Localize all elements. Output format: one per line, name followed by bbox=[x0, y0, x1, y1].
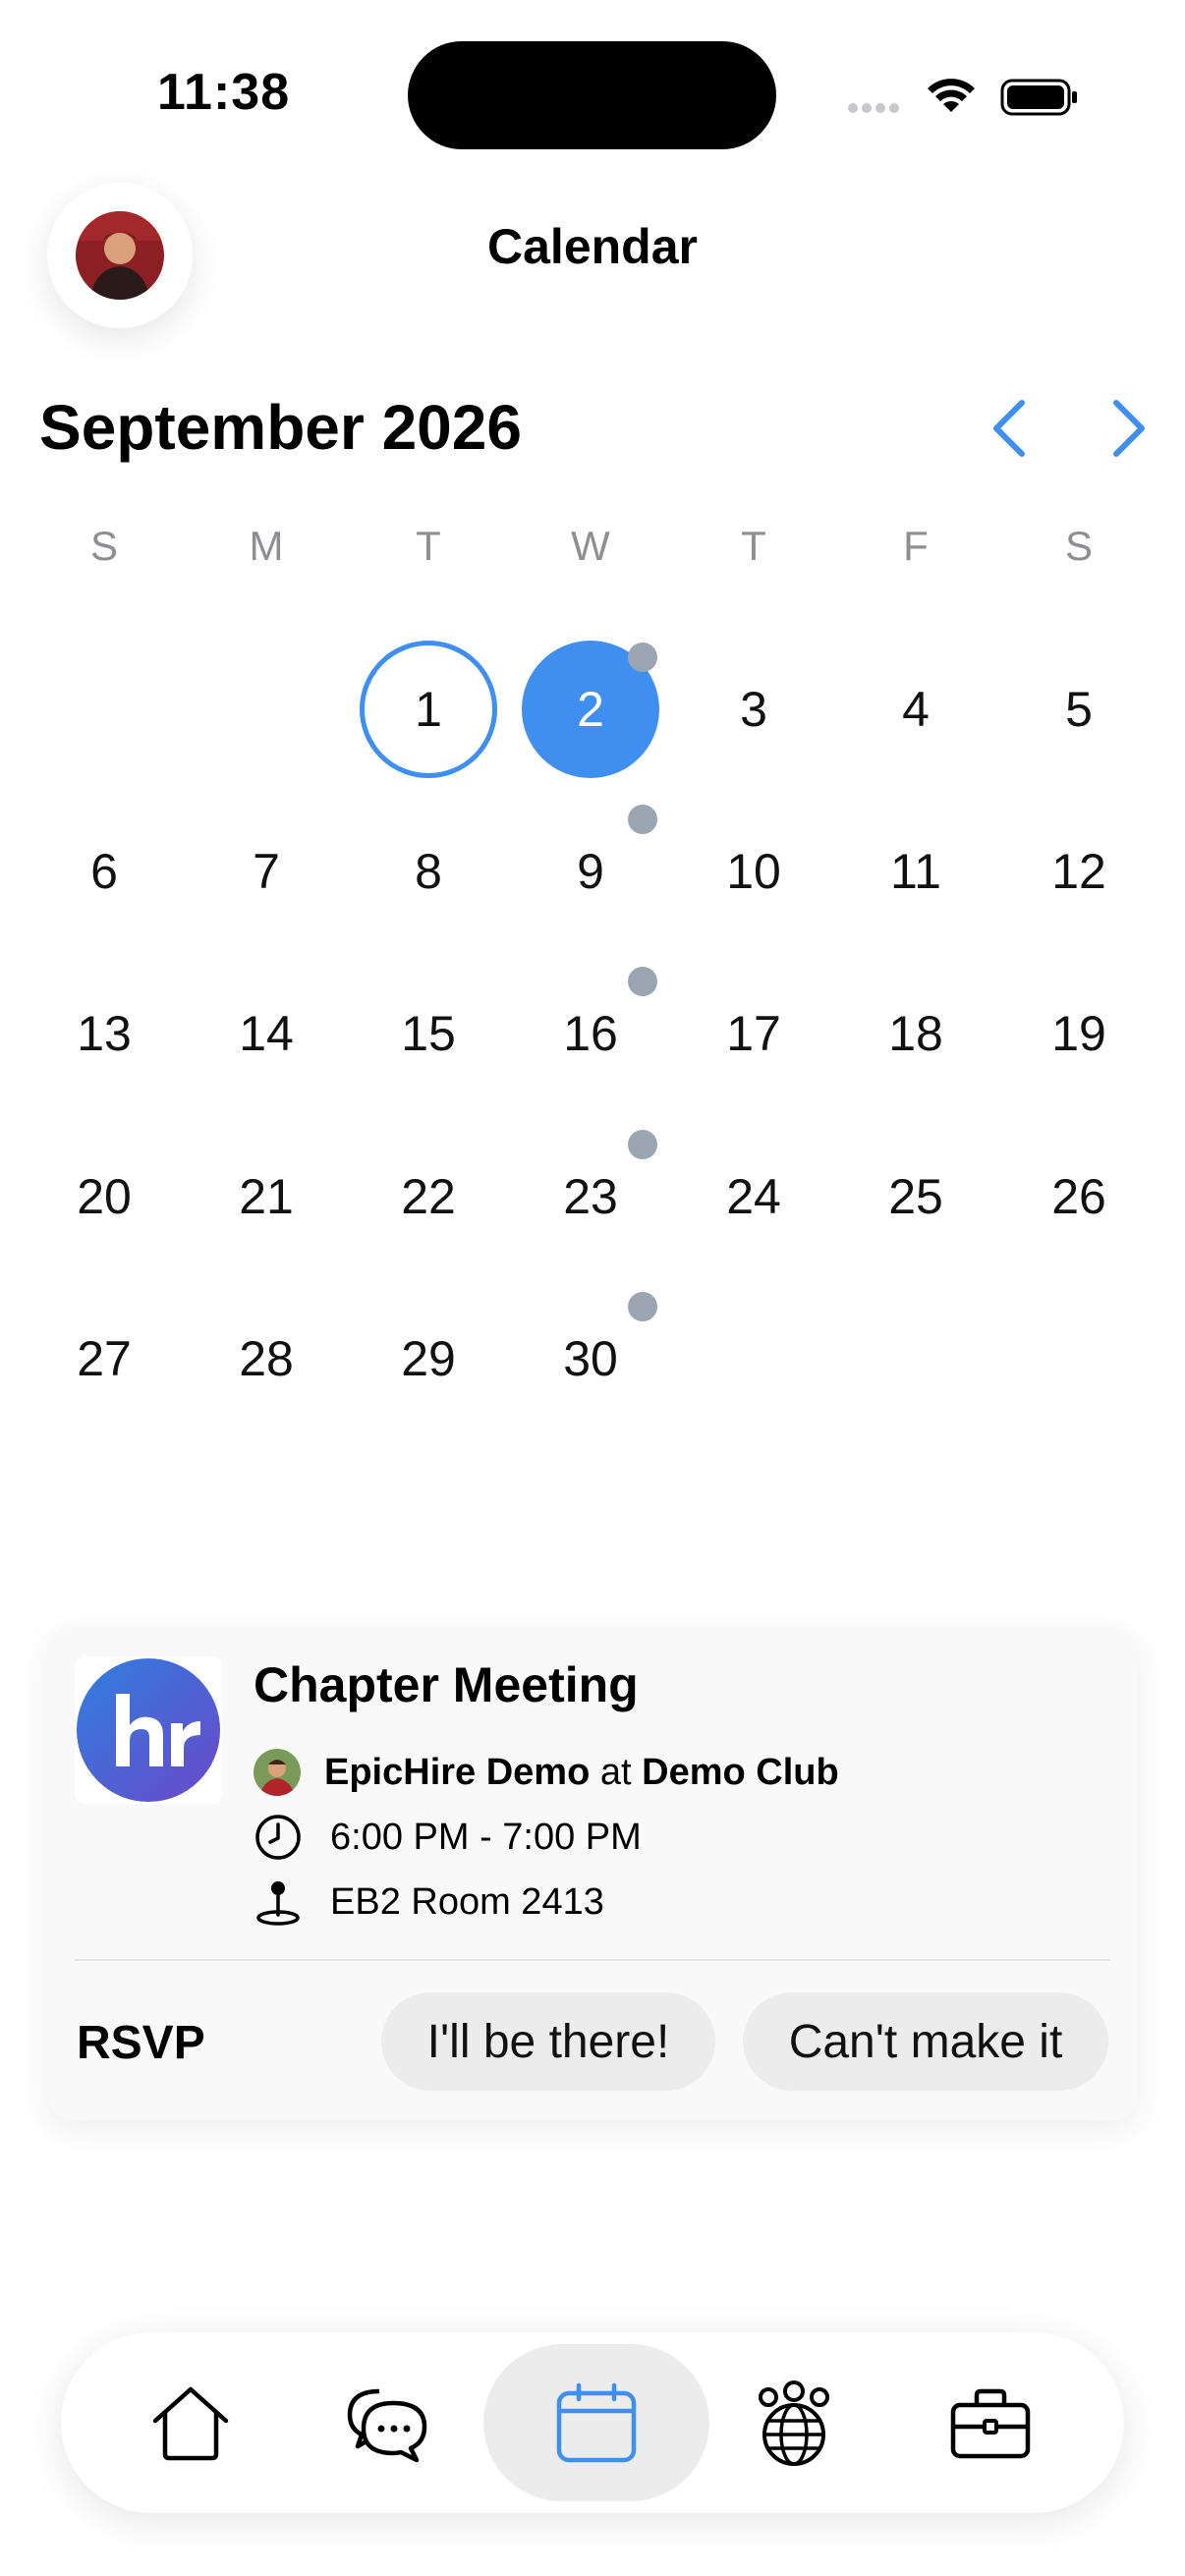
wifi-icon bbox=[928, 79, 975, 112]
next-month-button[interactable] bbox=[1087, 393, 1165, 464]
calendar-day-19[interactable]: 19 bbox=[1010, 965, 1148, 1102]
chat-bubbles-icon bbox=[347, 2388, 427, 2463]
previous-month-button[interactable] bbox=[973, 393, 1051, 464]
clock-icon bbox=[255, 1815, 301, 1860]
calendar-day-5[interactable]: 5 bbox=[1010, 641, 1148, 778]
weekday-label: F bbox=[903, 523, 929, 569]
weekday-label: W bbox=[571, 523, 610, 569]
calendar-day-29[interactable]: 29 bbox=[360, 1290, 497, 1428]
calendar-day-18[interactable]: 18 bbox=[847, 965, 985, 1102]
calendar-day-4[interactable]: 4 bbox=[847, 641, 985, 778]
tab-calendar[interactable] bbox=[483, 2344, 709, 2501]
event-organizer-row: EpicHire Demo at Demo Club bbox=[254, 1745, 839, 1800]
tab-messages[interactable] bbox=[309, 2344, 466, 2501]
event-at: at bbox=[599, 1751, 632, 1793]
rsvp-no-button[interactable]: Can't make it bbox=[743, 1992, 1108, 2091]
event-time-row: 6:00 PM - 7:00 PM bbox=[254, 1810, 642, 1865]
organizer-avatar bbox=[254, 1749, 301, 1796]
rsvp-yes-button[interactable]: I'll be there! bbox=[381, 1992, 715, 2091]
weekday-label: T bbox=[416, 523, 441, 569]
calendar-day-3[interactable]: 3 bbox=[685, 641, 822, 778]
calendar-day-14[interactable]: 14 bbox=[198, 965, 335, 1102]
calendar-day-12[interactable]: 12 bbox=[1010, 803, 1148, 940]
event-indicator-dot bbox=[628, 805, 657, 834]
month-label: September 2026 bbox=[39, 392, 522, 463]
epichire-logo bbox=[75, 1656, 222, 1804]
cellular-signal-icon bbox=[848, 103, 899, 113]
event-organizer: EpicHire Demo bbox=[324, 1751, 591, 1793]
calendar-day-17[interactable]: 17 bbox=[685, 965, 822, 1102]
event-indicator-dot bbox=[628, 1130, 657, 1159]
event-club: Demo Club bbox=[642, 1751, 839, 1793]
event-location-row: EB2 Room 2413 bbox=[254, 1875, 604, 1930]
briefcase-icon bbox=[950, 2388, 1031, 2459]
house-icon bbox=[152, 2386, 229, 2461]
calendar-icon bbox=[556, 2382, 637, 2463]
weekday-label: S bbox=[1064, 523, 1093, 569]
tab-community[interactable] bbox=[715, 2344, 873, 2501]
event-indicator-dot bbox=[628, 967, 657, 996]
tab-home[interactable] bbox=[112, 2344, 269, 2501]
dynamic-island bbox=[408, 41, 776, 149]
event-time: 6:00 PM - 7:00 PM bbox=[330, 1816, 642, 1858]
status-time: 11:38 bbox=[157, 64, 291, 121]
calendar-day-25[interactable]: 25 bbox=[847, 1128, 985, 1265]
calendar-day-27[interactable]: 27 bbox=[35, 1290, 173, 1428]
calendar-day-24[interactable]: 24 bbox=[685, 1128, 822, 1265]
tab-jobs[interactable] bbox=[912, 2344, 1069, 2501]
weekday-label: S bbox=[89, 523, 118, 569]
calendar-day-15[interactable]: 15 bbox=[360, 965, 497, 1102]
calendar-day-28[interactable]: 28 bbox=[198, 1290, 335, 1428]
event-location: EB2 Room 2413 bbox=[330, 1880, 604, 1923]
page-title: Calendar bbox=[487, 219, 698, 274]
weekday-label: T bbox=[741, 523, 766, 569]
calendar-day-7[interactable]: 7 bbox=[198, 803, 335, 940]
calendar-day-13[interactable]: 13 bbox=[35, 965, 173, 1102]
calendar-day-6[interactable]: 6 bbox=[35, 803, 173, 940]
event-title: Chapter Meeting bbox=[254, 1657, 639, 1712]
chevron-right-icon bbox=[1113, 400, 1145, 457]
location-pin-icon bbox=[256, 1881, 300, 1926]
globe-people-icon bbox=[759, 2380, 829, 2466]
event-indicator-dot bbox=[628, 1292, 657, 1321]
weekday-label: M bbox=[249, 523, 284, 569]
tab-bar bbox=[61, 2332, 1124, 2513]
calendar-day-1[interactable]: 1 bbox=[360, 641, 497, 778]
calendar-day-11[interactable]: 11 bbox=[847, 803, 985, 940]
chevron-left-icon bbox=[993, 400, 1025, 457]
card-divider bbox=[75, 1959, 1110, 1961]
calendar-day-8[interactable]: 8 bbox=[360, 803, 497, 940]
battery-icon bbox=[1000, 79, 1077, 116]
calendar-day-26[interactable]: 26 bbox=[1010, 1128, 1148, 1265]
calendar-day-22[interactable]: 22 bbox=[360, 1128, 497, 1265]
status-icons bbox=[848, 79, 1077, 116]
calendar-day-10[interactable]: 10 bbox=[685, 803, 822, 940]
event-card[interactable]: Chapter Meeting EpicHire Demo at Demo Cl… bbox=[47, 1627, 1138, 2120]
rsvp-label: RSVP bbox=[77, 2017, 205, 2069]
calendar-day-21[interactable]: 21 bbox=[198, 1128, 335, 1265]
event-indicator-dot bbox=[628, 643, 657, 672]
calendar-day-20[interactable]: 20 bbox=[35, 1128, 173, 1265]
